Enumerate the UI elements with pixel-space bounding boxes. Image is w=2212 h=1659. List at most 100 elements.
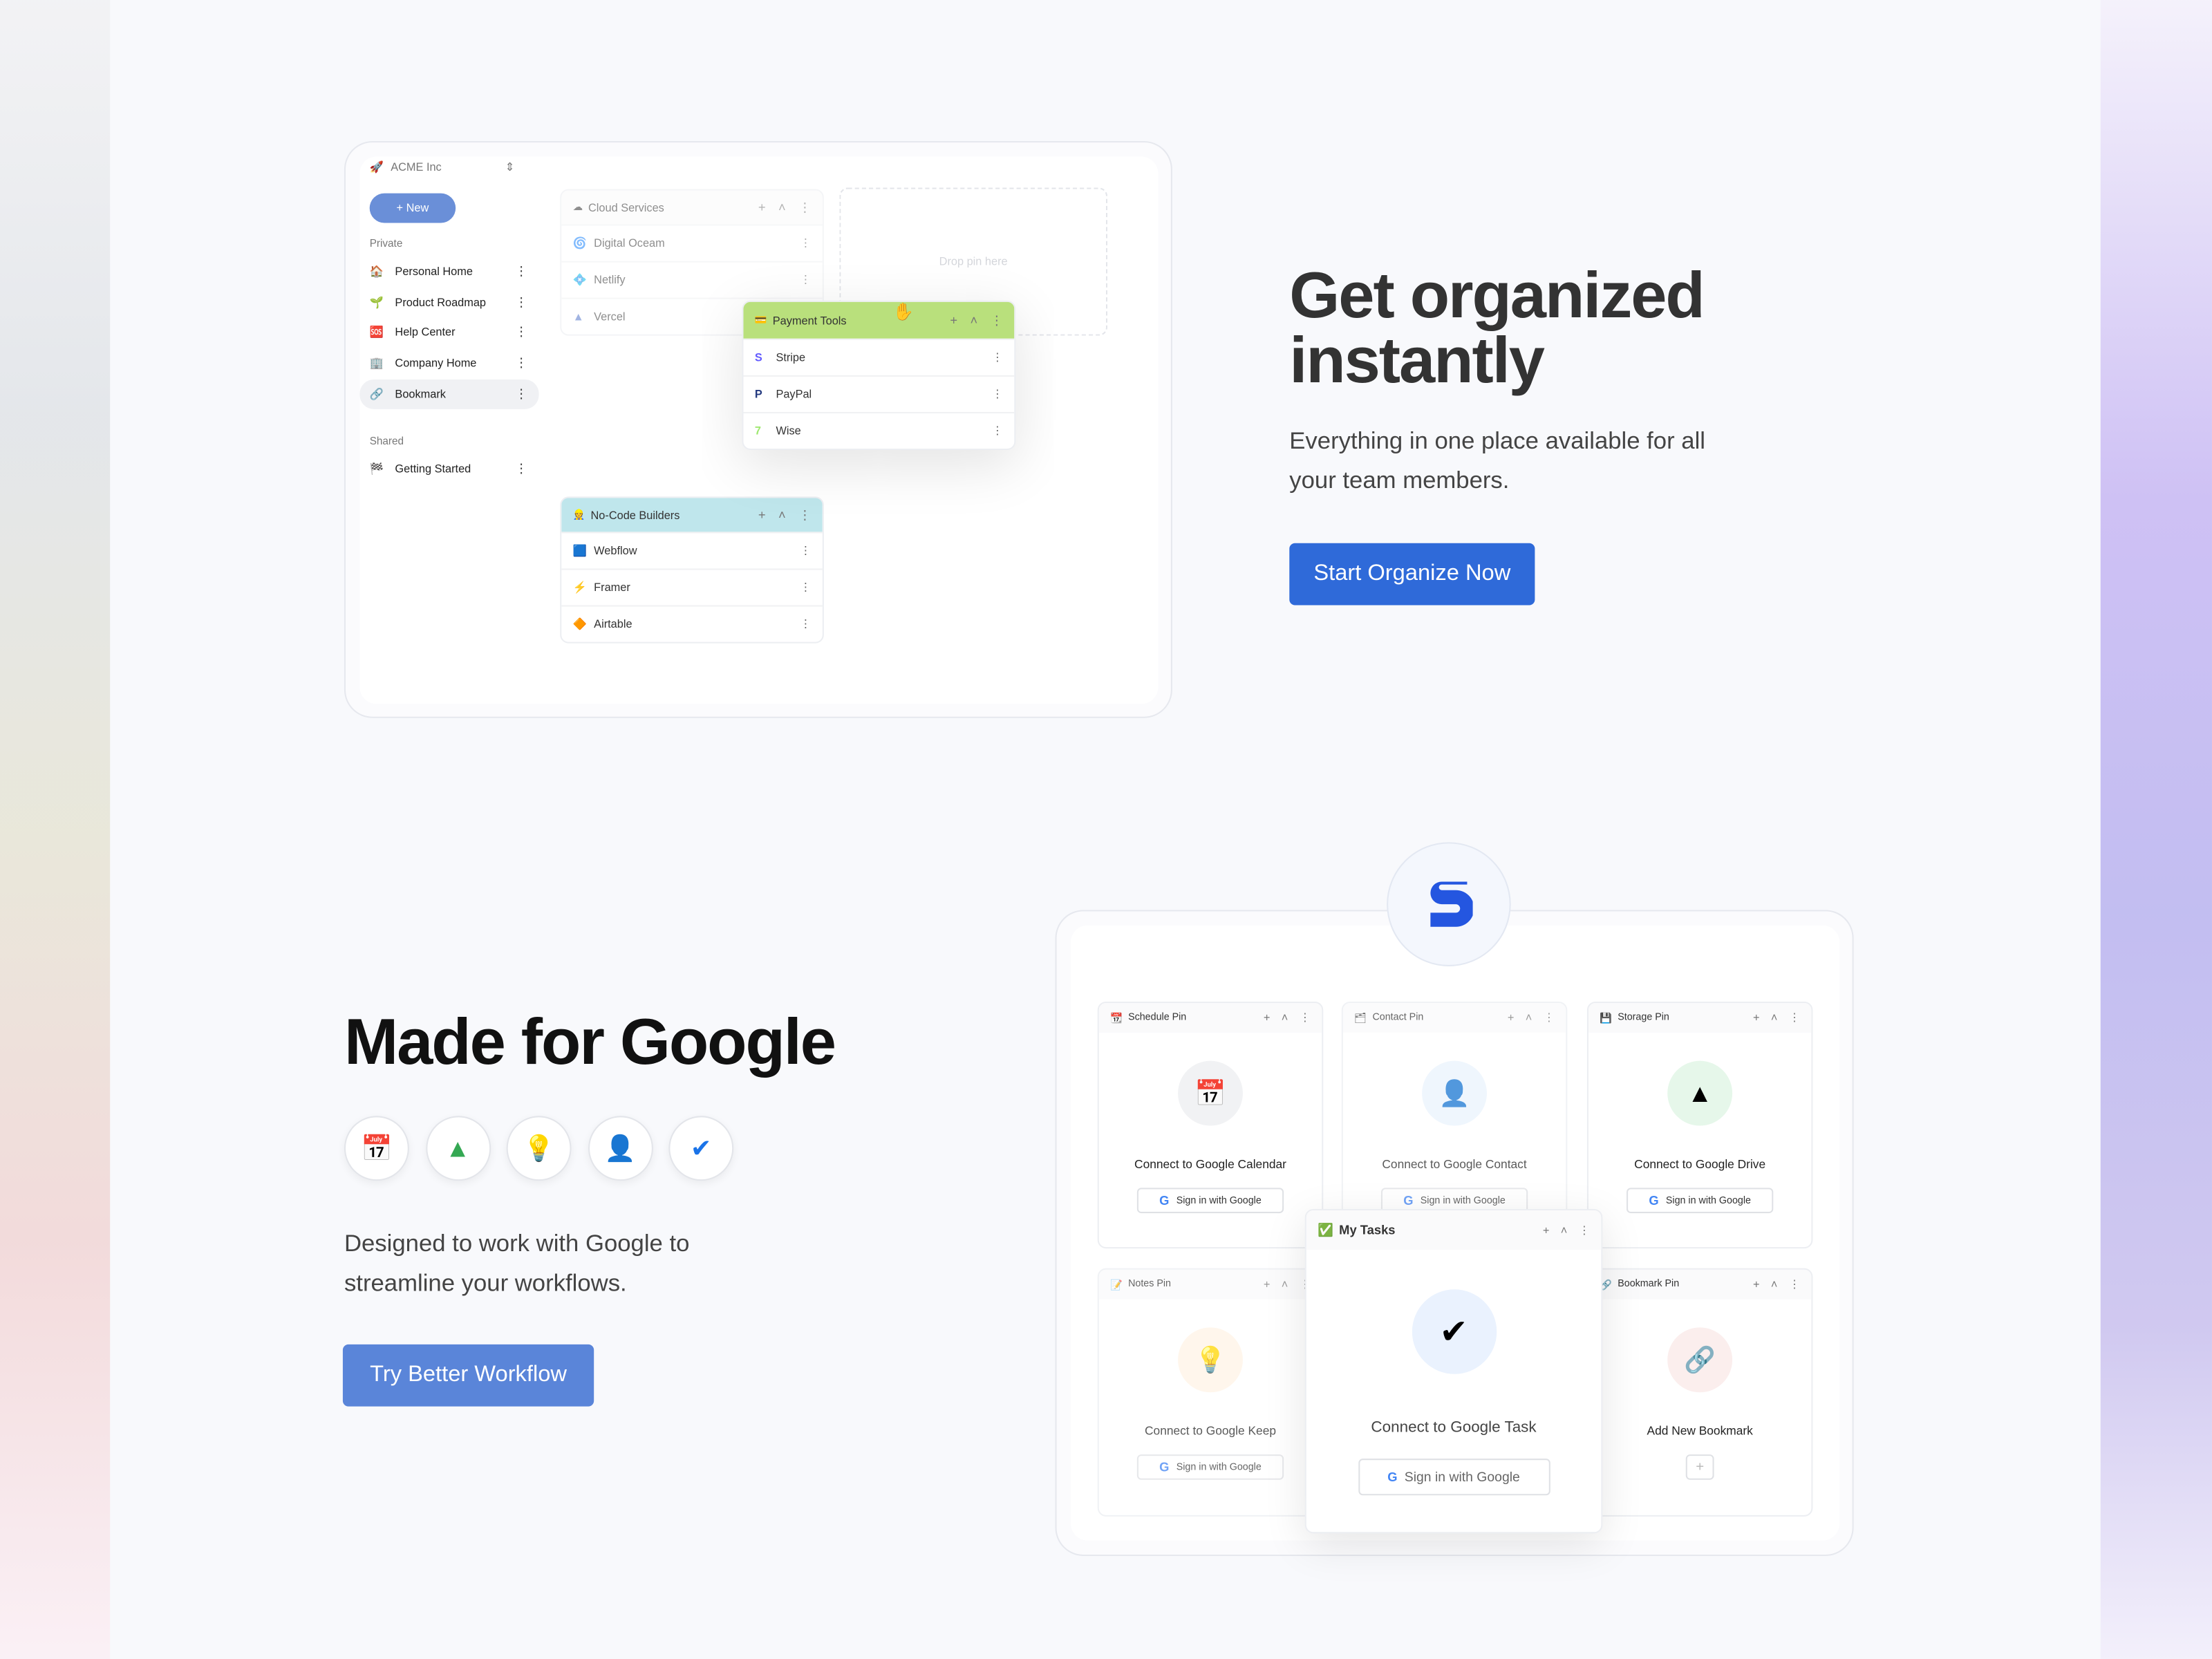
more-options-icon[interactable]: ⋮ <box>1544 1011 1555 1024</box>
pin-controls: + ˄ ⋮ <box>1508 1011 1555 1024</box>
panel-item[interactable]: 🌀 Digital Oceam ⋮ <box>561 224 823 261</box>
checkered-flag-icon: 🏁 <box>369 462 384 476</box>
google-g-icon: G <box>1649 1193 1659 1208</box>
pin-header[interactable]: 🔗 Bookmark Pin + ˄ ⋮ <box>1588 1269 1812 1300</box>
more-options-icon[interactable]: ⋮ <box>515 386 527 402</box>
chevron-up-icon[interactable]: ˄ <box>1771 1011 1778 1024</box>
add-icon[interactable]: + <box>1264 1278 1271 1291</box>
more-options-icon[interactable]: ⋮ <box>800 237 811 250</box>
right-gradient-strip <box>2100 0 2212 1659</box>
add-icon[interactable]: + <box>1508 1011 1515 1024</box>
connect-label: Connect to Google Keep <box>1145 1423 1276 1438</box>
google-contacts-icon: 👤 <box>587 1116 653 1181</box>
pin-header[interactable]: 💾 Storage Pin + ˄ ⋮ <box>1588 1003 1812 1033</box>
more-options-icon[interactable]: ⋮ <box>992 351 1003 364</box>
google-keep-icon: 💡 <box>506 1116 572 1181</box>
panel-item-label: Framer <box>594 581 630 594</box>
more-options-icon[interactable]: ⋮ <box>515 355 527 371</box>
pin-header[interactable]: 📆 Schedule Pin + ˄ ⋮ <box>1098 1003 1322 1033</box>
nocode-panel[interactable]: 👷 No-Code Builders + ˄ ⋮ 🟦 Webflow ⋮ ⚡ Framer ⋮ 🔶 Ai… <box>560 496 824 644</box>
more-options-icon[interactable]: ⋮ <box>992 424 1003 437</box>
panel-item[interactable]: 💠 Netlify ⋮ <box>561 261 823 298</box>
panel-header[interactable]: ☁ Cloud Services + ˄ ⋮ <box>561 190 823 225</box>
add-icon[interactable]: + <box>1264 1011 1271 1024</box>
chevron-up-icon[interactable]: ˄ <box>1282 1011 1288 1024</box>
pin-header-icon: 💾 <box>1600 1013 1613 1024</box>
chevron-up-icon[interactable]: ˄ <box>971 312 978 328</box>
more-options-icon[interactable]: ⋮ <box>1300 1011 1311 1024</box>
pin-header[interactable]: 📝Notes Pin+˄⋮ <box>1098 1269 1322 1300</box>
google-title: Made for Google <box>344 1004 836 1078</box>
add-icon[interactable]: + <box>1753 1011 1760 1024</box>
left-gradient-strip <box>0 0 111 1659</box>
sidebar-item-label: Getting Started <box>395 462 471 476</box>
panel-item[interactable]: S Stripe ⋮ <box>743 338 1015 375</box>
org-switcher[interactable]: 🚀 ACME Inc ⇕ <box>370 161 515 174</box>
panel-item[interactable]: 🟦 Webflow ⋮ <box>561 532 823 568</box>
more-options-icon[interactable]: ⋮ <box>515 325 527 340</box>
chevron-up-icon[interactable]: ˄ <box>1526 1011 1533 1024</box>
more-options-icon[interactable]: ⋮ <box>800 545 811 557</box>
more-options-icon[interactable]: ⋮ <box>515 461 527 476</box>
start-organize-button[interactable]: Start Organize Now <box>1289 543 1535 606</box>
sidebar-item-label: Personal Home <box>395 265 473 279</box>
more-options-icon[interactable]: ⋮ <box>515 264 527 279</box>
pin-header[interactable]: ✅ My Tasks + ˄ ⋮ <box>1306 1210 1602 1250</box>
panel-item[interactable]: 🔶 Airtable ⋮ <box>561 605 823 642</box>
more-options-icon[interactable]: ⋮ <box>1789 1278 1800 1291</box>
google-pin-card: 📝Notes Pin+˄⋮💡Connect to Google KeepGSig… <box>1097 1268 1324 1517</box>
add-icon[interactable]: + <box>758 200 766 215</box>
link-icon: 🔗 <box>369 387 384 401</box>
google-sign-in-button[interactable]: G Sign in with Google <box>1627 1188 1774 1214</box>
button-label: Sign in with Google <box>1404 1469 1520 1485</box>
s-logo-icon <box>1430 881 1473 927</box>
add-icon[interactable]: + <box>1543 1224 1550 1236</box>
more-options-icon[interactable]: ⋮ <box>1579 1224 1590 1236</box>
new-button[interactable]: + New <box>369 193 456 223</box>
panel-item[interactable]: P PayPal ⋮ <box>743 375 1015 412</box>
sidebar-item[interactable]: 🔗 Bookmark ⋮ <box>359 379 539 409</box>
google-g-icon: G <box>1159 1460 1170 1474</box>
google-contacts-icon: 👤 <box>1422 1060 1488 1126</box>
chevron-up-icon[interactable]: ˄ <box>778 507 786 523</box>
more-options-icon[interactable]: ⋮ <box>798 507 811 523</box>
sidebar-item[interactable]: 🏢 Company Home ⋮ <box>359 348 538 378</box>
google-drive-icon: ▲ <box>1667 1060 1733 1126</box>
pin-header-icon: 🗂 <box>1354 1013 1367 1024</box>
button-label: Sign in with Google <box>1420 1195 1506 1206</box>
sidebar-item[interactable]: 🏁 Getting Started ⋮ <box>359 454 538 484</box>
add-icon[interactable]: + <box>950 312 957 328</box>
chevron-up-icon[interactable]: ˄ <box>1561 1224 1568 1236</box>
more-options-icon[interactable]: ⋮ <box>992 388 1003 400</box>
try-better-workflow-button[interactable]: Try Better Workflow <box>342 1344 594 1407</box>
panel-item[interactable]: ⚡ Framer ⋮ <box>561 568 823 605</box>
panel-header[interactable]: 👷 No-Code Builders + ˄ ⋮ <box>561 498 823 532</box>
chevron-up-icon[interactable]: ˄ <box>778 200 786 215</box>
payment-panel[interactable]: 💳 Payment Tools + ˄ ⋮ S Stripe ⋮ P PayPal ⋮ 7 Wise ⋮ <box>742 300 1016 451</box>
sidebar-item[interactable]: 🏠 Personal Home ⋮ <box>359 256 538 286</box>
more-options-icon[interactable]: ⋮ <box>515 294 527 310</box>
pin-header[interactable]: 🗂 Contact Pin + ˄ ⋮ <box>1342 1003 1566 1033</box>
panel-item[interactable]: 7 Wise ⋮ <box>743 411 1015 449</box>
google-sign-in-button[interactable]: G Sign in with Google <box>1136 1454 1284 1480</box>
google-sign-in-button[interactable]: G Sign in with Google <box>1136 1188 1284 1214</box>
add-icon[interactable]: + <box>1753 1278 1760 1291</box>
add-bookmark-button[interactable]: + <box>1685 1454 1714 1480</box>
chevron-up-icon[interactable]: ˄ <box>1771 1278 1778 1291</box>
paypal-icon: P <box>754 388 762 401</box>
chevron-up-icon[interactable]: ˄ <box>1282 1278 1288 1291</box>
builder-icon: 👷 <box>572 510 585 521</box>
more-options-icon[interactable]: ⋮ <box>798 200 811 215</box>
more-options-icon[interactable]: ⋮ <box>800 618 811 630</box>
button-label: Sign in with Google <box>1176 1462 1262 1472</box>
connect-label: Connect to Google Contact <box>1382 1156 1527 1171</box>
more-options-icon[interactable]: ⋮ <box>1789 1011 1800 1024</box>
sidebar-item[interactable]: 🌱 Product Roadmap ⋮ <box>359 288 538 317</box>
more-options-icon[interactable]: ⋮ <box>800 274 811 286</box>
more-options-icon[interactable]: ⋮ <box>991 312 1003 328</box>
more-options-icon[interactable]: ⋮ <box>800 581 811 594</box>
add-icon[interactable]: + <box>758 507 766 523</box>
google-sign-in-button[interactable]: G Sign in with Google <box>1358 1459 1550 1496</box>
sidebar-item[interactable]: 🆘 Help Center ⋮ <box>359 318 538 348</box>
panel-header[interactable]: 💳 Payment Tools + ˄ ⋮ <box>743 301 1015 339</box>
